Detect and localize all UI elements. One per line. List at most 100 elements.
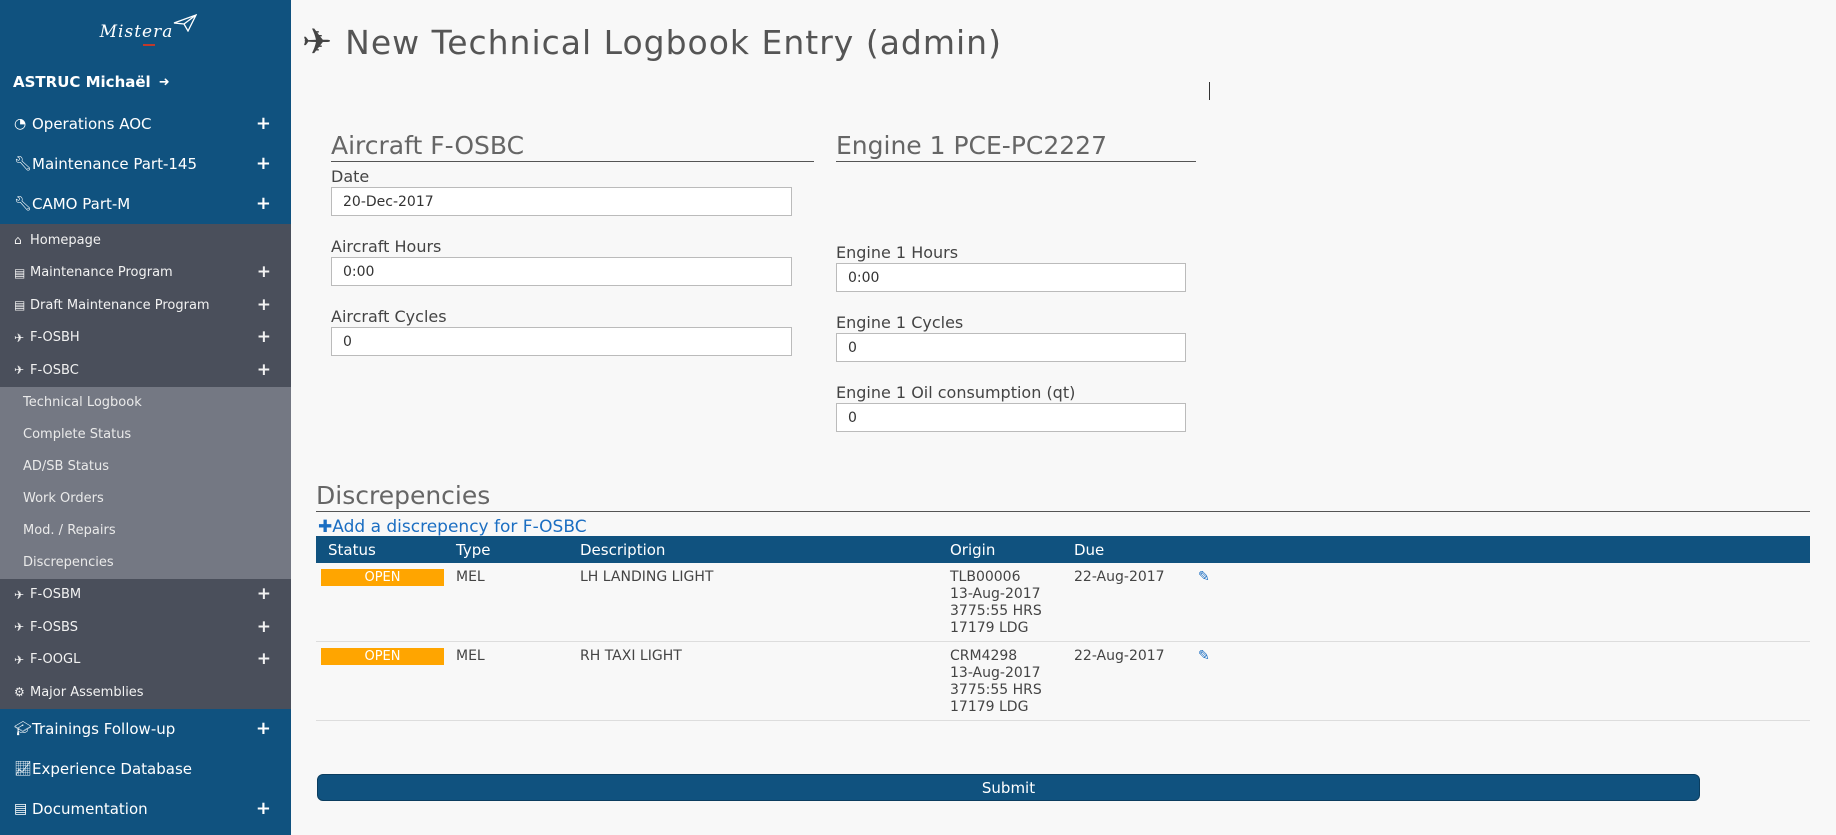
- dashboard-icon: ◔: [14, 116, 27, 132]
- col-description[interactable]: Description: [568, 536, 938, 563]
- nav-experience-database[interactable]: 📈︎ Experience Database: [0, 749, 291, 789]
- origin-landings: 17179 LDG: [950, 699, 1029, 715]
- engine-oil-field[interactable]: 0: [836, 403, 1186, 432]
- origin-landings: 17179 LDG: [950, 620, 1029, 636]
- due-cell: 22-Aug-2017: [1062, 563, 1186, 642]
- edit-pencil-icon[interactable]: ✎: [1198, 569, 1210, 585]
- plane-icon: ✈: [14, 652, 25, 667]
- add-discrepency-link[interactable]: ✚Add a discrepency for F-OSBC: [318, 517, 587, 537]
- graduation-cap-icon: 🎓︎: [14, 720, 32, 737]
- nav-operations-aoc[interactable]: ◔ Operations AOC +: [0, 104, 291, 144]
- cogs-icon: ⚙: [14, 685, 25, 700]
- col-origin[interactable]: Origin: [938, 536, 1062, 563]
- logo[interactable]: Mistera: [0, 0, 291, 68]
- type-cell: MEL: [444, 563, 568, 642]
- expand-icon[interactable]: +: [256, 719, 271, 738]
- nav-draft-maintenance-program[interactable]: ▤ Draft Maintenance Program +: [0, 289, 291, 322]
- main-content: ✈ New Technical Logbook Entry (admin) Ai…: [291, 0, 1836, 835]
- aircraft-hours-field[interactable]: 0:00: [331, 257, 792, 286]
- date-field[interactable]: 20-Dec-2017: [331, 187, 792, 216]
- expand-icon[interactable]: +: [257, 361, 271, 379]
- table-row: OPEN MEL RH TAXI LIGHT CRM4298 13-Aug-20…: [316, 641, 1810, 721]
- nav-complete-status[interactable]: Complete Status: [0, 419, 291, 451]
- plane-icon: ✈: [14, 587, 25, 602]
- book-icon: ▤: [14, 298, 26, 313]
- col-status[interactable]: Status: [316, 536, 444, 563]
- plane-icon: ✈: [14, 620, 25, 635]
- engine-cycles-label: Engine 1 Cycles: [836, 313, 964, 332]
- status-badge: OPEN: [321, 569, 444, 586]
- engine-heading: Engine 1 PCE-PC2227: [836, 131, 1196, 162]
- expand-icon[interactable]: +: [257, 264, 271, 281]
- discrepencies-table: Status Type Description Origin Due OPEN …: [316, 536, 1810, 721]
- discrepencies-heading: Discrepencies: [316, 481, 1810, 512]
- nav-f-osbs[interactable]: ✈ F-OSBS +: [0, 611, 291, 644]
- expand-icon[interactable]: +: [256, 115, 271, 133]
- logout-icon[interactable]: ➜: [159, 75, 170, 90]
- expand-icon[interactable]: +: [257, 618, 271, 636]
- home-icon: ⌂: [14, 233, 22, 248]
- nav-f-osbh[interactable]: ✈ F-OSBH +: [0, 322, 291, 355]
- nav-adsb-status[interactable]: AD/SB Status: [0, 451, 291, 483]
- type-cell: MEL: [444, 641, 568, 721]
- book-icon: ▤: [14, 800, 28, 817]
- nav-f-osbm[interactable]: ✈ F-OSBM +: [0, 579, 291, 612]
- engine-oil-label: Engine 1 Oil consumption (qt): [836, 383, 1076, 402]
- text-cursor: [1209, 82, 1210, 100]
- book-icon: ▤: [14, 265, 26, 280]
- plane-icon: ✈: [302, 22, 334, 63]
- nav-major-assemblies[interactable]: ⚙ Major Assemblies: [0, 676, 291, 709]
- engine-hours-field[interactable]: 0:00: [836, 263, 1186, 292]
- nav-camo-part-m[interactable]: 🔧︎ CAMO Part-M +: [0, 184, 291, 224]
- user-name[interactable]: ASTRUC Michaël ➜: [0, 68, 291, 96]
- date-label: Date: [331, 167, 370, 186]
- page-title: ✈ New Technical Logbook Entry (admin): [302, 22, 1002, 63]
- nav-f-osbc[interactable]: ✈ F-OSBC +: [0, 354, 291, 387]
- nav-maintenance-part145[interactable]: 🔧︎ Maintenance Part-145 +: [0, 144, 291, 184]
- description-cell: LH LANDING LIGHT: [568, 563, 938, 642]
- sidebar: Mistera ASTRUC Michaël ➜ ◔ Operations AOC +…: [0, 0, 291, 835]
- engine-cycles-field[interactable]: 0: [836, 333, 1186, 362]
- table-header-row: Status Type Description Origin Due: [316, 536, 1810, 563]
- wrench-icon: 🔧︎: [14, 156, 32, 172]
- submit-button[interactable]: Submit: [317, 774, 1700, 801]
- plane-icon: ✈: [14, 363, 25, 378]
- origin-hours: 3775:55 HRS: [950, 682, 1042, 698]
- expand-icon[interactable]: +: [256, 799, 271, 818]
- origin-cell: CRM4298 13-Aug-2017 3775:55 HRS 17179 LD…: [938, 641, 1062, 721]
- col-due[interactable]: Due: [1062, 536, 1186, 563]
- nav-work-orders[interactable]: Work Orders: [0, 483, 291, 515]
- expand-icon[interactable]: +: [257, 296, 271, 314]
- origin-cell: TLB00006 13-Aug-2017 3775:55 HRS 17179 L…: [938, 563, 1062, 642]
- nav-technical-logbook[interactable]: Technical Logbook: [0, 387, 291, 419]
- expand-icon[interactable]: +: [257, 586, 271, 603]
- description-cell: RH TAXI LIGHT: [568, 641, 938, 721]
- nav-homepage[interactable]: ⌂ Homepage: [0, 224, 291, 257]
- aircraft-cycles-label: Aircraft Cycles: [331, 307, 447, 326]
- plane-icon: ✈: [14, 330, 25, 345]
- expand-icon[interactable]: +: [256, 195, 271, 213]
- camo-submenu: ⌂ Homepage ▤ Maintenance Program + ▤ Draft M…: [0, 224, 291, 709]
- nav-mod-repairs[interactable]: Mod. / Repairs: [0, 515, 291, 547]
- origin-ref: CRM4298: [950, 648, 1018, 664]
- col-type[interactable]: Type: [444, 536, 568, 563]
- expand-icon[interactable]: +: [257, 329, 271, 346]
- f-osbc-submenu: Technical Logbook Complete Status AD/SB …: [0, 386, 291, 579]
- origin-date: 13-Aug-2017: [950, 586, 1041, 602]
- expand-icon[interactable]: +: [257, 651, 271, 668]
- expand-icon[interactable]: +: [256, 155, 271, 173]
- origin-ref: TLB00006: [950, 569, 1021, 585]
- aircraft-heading: Aircraft F-OSBC: [331, 131, 814, 162]
- aircraft-cycles-field[interactable]: 0: [331, 327, 792, 356]
- aircraft-hours-label: Aircraft Hours: [331, 237, 442, 256]
- nav-maintenance-program[interactable]: ▤ Maintenance Program +: [0, 257, 291, 290]
- nav-trainings-follow-up[interactable]: 🎓︎ Trainings Follow-up +: [0, 709, 291, 749]
- paper-plane-icon: [174, 14, 198, 32]
- edit-pencil-icon[interactable]: ✎: [1198, 648, 1210, 664]
- nav-documentation[interactable]: ▤ Documentation +: [0, 789, 291, 829]
- nav-f-oogl[interactable]: ✈ F-OOGL +: [0, 644, 291, 677]
- logo-accent: [142, 44, 155, 46]
- col-actions: [1186, 536, 1810, 563]
- due-cell: 22-Aug-2017: [1062, 641, 1186, 721]
- nav-discrepencies[interactable]: Discrepencies: [0, 547, 291, 579]
